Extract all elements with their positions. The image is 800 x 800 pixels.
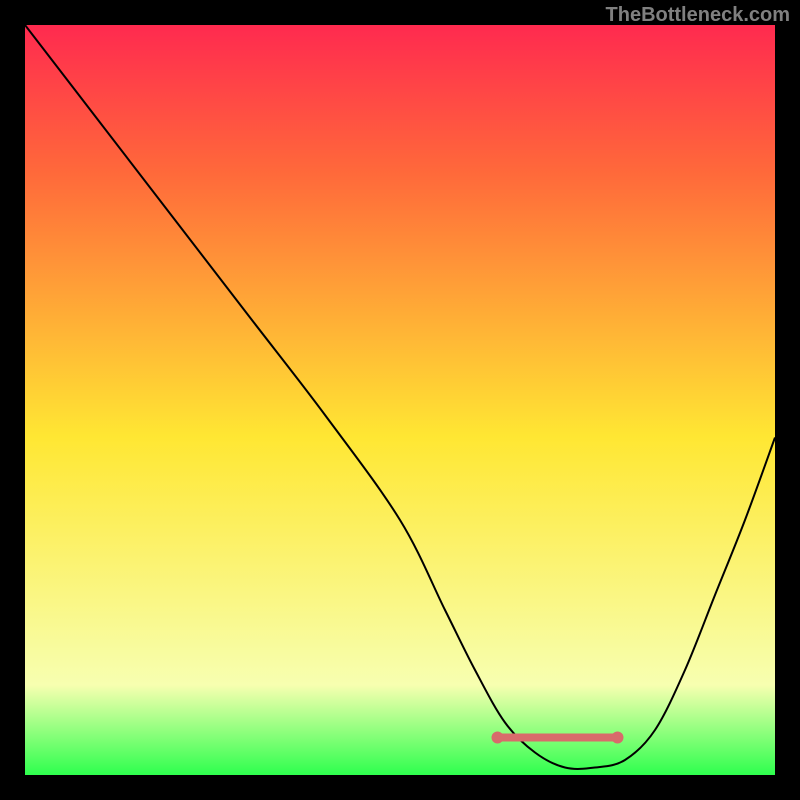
plot-frame xyxy=(25,25,775,775)
bottleneck-chart xyxy=(25,25,775,775)
chart-container: TheBottleneck.com xyxy=(0,0,800,800)
valley-marker-start-dot xyxy=(492,732,504,744)
gradient-background xyxy=(25,25,775,775)
valley-marker-end-dot xyxy=(612,732,624,744)
attribution-text: TheBottleneck.com xyxy=(606,4,790,27)
